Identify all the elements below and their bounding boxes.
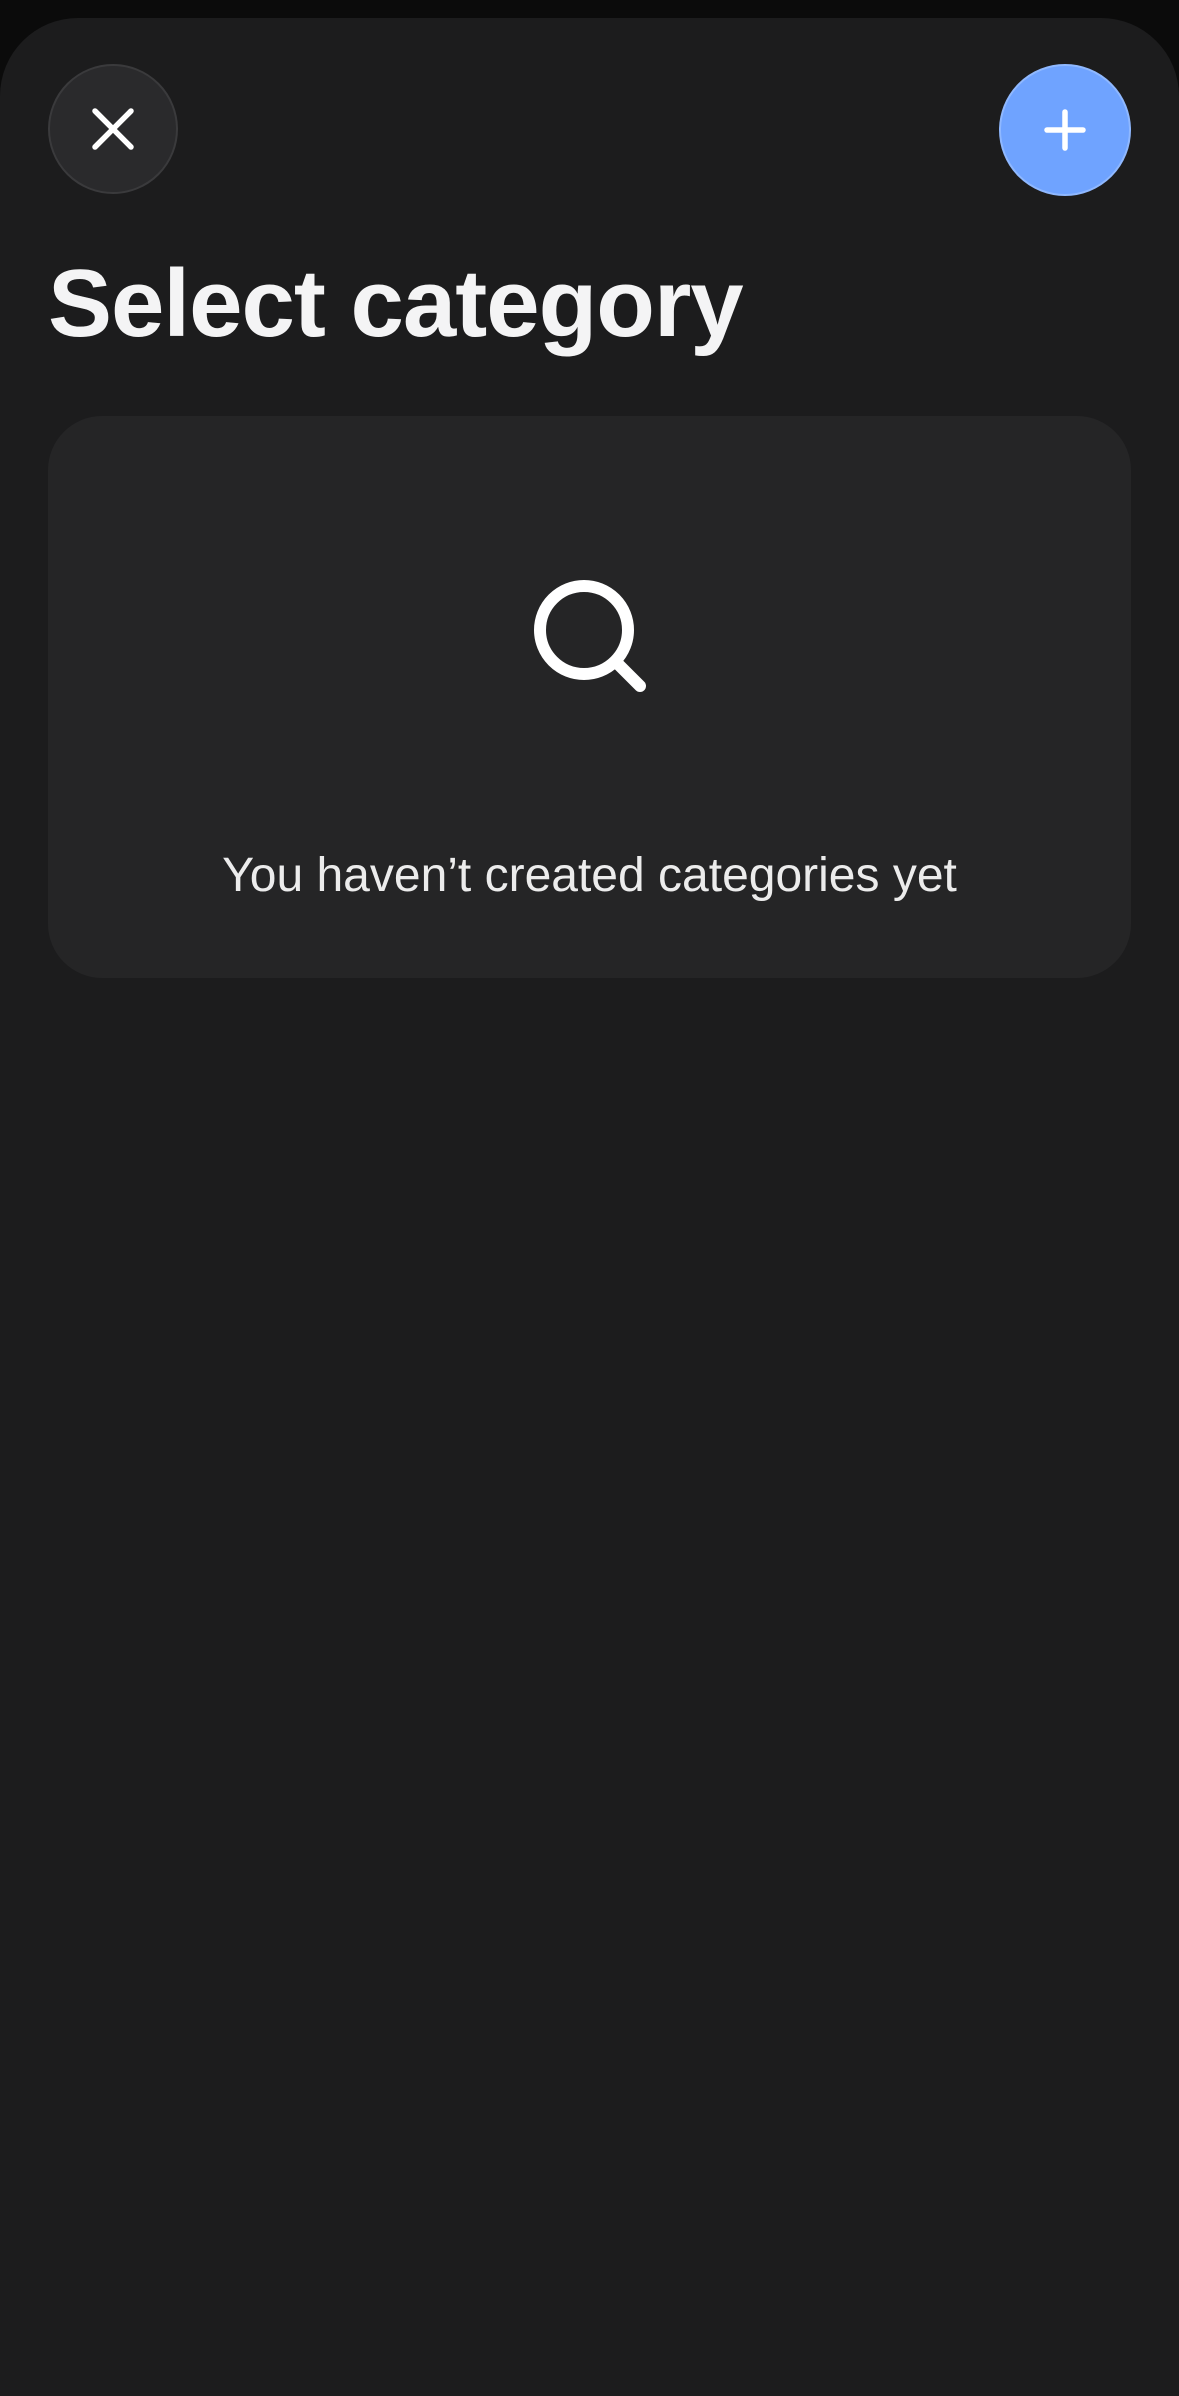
empty-state-message: You haven’t created categories yet <box>222 849 957 902</box>
add-category-button[interactable] <box>999 64 1131 196</box>
page-title: Select category <box>48 250 744 357</box>
plus-icon <box>1044 109 1086 151</box>
empty-state-card: You haven’t created categories yet <box>48 416 1131 978</box>
close-button[interactable] <box>48 64 178 194</box>
close-icon <box>92 108 134 150</box>
category-sheet: Select category You haven’t created cate… <box>0 18 1179 2396</box>
search-icon <box>534 580 646 692</box>
